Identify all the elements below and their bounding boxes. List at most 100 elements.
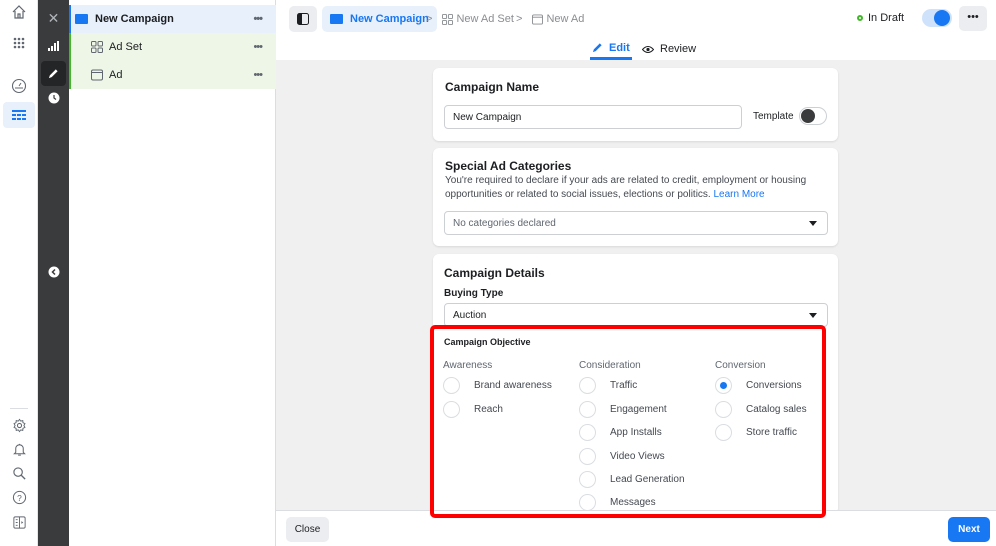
adset-grid-icon [442,13,454,25]
breadcrumb-ad[interactable]: > New Ad [516,6,584,32]
more-options-icon[interactable]: ••• [253,41,263,53]
section-title: Campaign Details [444,266,545,280]
apps-grid-icon[interactable] [0,36,38,54]
objective-option-app-installs[interactable]: App Installs [579,424,662,441]
svg-text:?: ? [17,493,22,503]
caret-down-icon [809,313,817,318]
collapse-chevron-icon[interactable] [38,266,69,281]
section-title: Campaign Name [445,80,540,94]
tab-edit[interactable]: Edit [590,38,632,60]
option-label: App Installs [610,427,662,438]
option-label: Lead Generation [610,474,685,485]
radio-button[interactable] [579,401,596,418]
more-options-icon[interactable]: ••• [253,13,263,25]
edit-pencil-icon [592,43,602,53]
breadcrumb-campaign[interactable]: New Campaign [322,6,437,32]
home-icon[interactable] [0,4,38,24]
tool-rail: ✕ [38,0,69,546]
toggle-knob [801,109,815,123]
option-label: Traffic [610,380,638,391]
draft-status: In Draft [857,12,904,24]
radio-button[interactable] [579,494,596,511]
objective-column-heading: Consideration [579,360,641,371]
sidebar-panel-icon [297,13,309,25]
toggle-knob [934,10,950,26]
template-toggle[interactable] [799,107,827,125]
tree-item-adset[interactable]: Ad Set ••• [69,33,276,61]
help-icon[interactable]: ? [0,490,38,509]
breadcrumb-label: New Campaign [350,13,429,25]
learn-more-link[interactable]: Learn More [713,189,764,200]
breadcrumb-adset[interactable]: > New Ad Set [426,6,514,32]
radio-button-selected[interactable] [715,377,732,394]
top-bar: New Campaign > New Ad Set > New Ad In Dr… [276,0,996,60]
adset-grid-icon [91,41,103,53]
objective-option-traffic[interactable]: Traffic [579,377,637,394]
folder-icon [330,14,343,24]
status-dot-icon [857,15,863,21]
option-label: Conversions [746,380,802,391]
campaign-name-input[interactable]: New Campaign [444,105,742,129]
draft-toggle[interactable] [922,9,952,27]
chart-icon[interactable] [38,40,69,54]
folder-icon [75,14,88,24]
breadcrumb-separator: > [516,13,523,25]
radio-button[interactable] [443,377,460,394]
status-label: In Draft [868,12,905,24]
radio-button[interactable] [715,401,732,418]
buying-type-dropdown[interactable]: Auction [444,303,828,327]
section-title: Special Ad Categories [445,159,572,173]
notifications-icon[interactable] [0,442,38,461]
tab-label: Review [660,43,697,55]
special-ad-description: You're required to declare if your ads a… [445,174,825,202]
toggle-panel-button[interactable] [289,6,317,32]
radio-button[interactable] [579,377,596,394]
tree-item-campaign[interactable]: New Campaign ••• [69,5,276,33]
objective-option-brand-awareness[interactable]: Brand awareness [443,377,552,394]
radio-button[interactable] [579,471,596,488]
history-clock-icon[interactable] [38,92,69,107]
more-options-icon[interactable]: ••• [253,69,263,81]
campaign-objective-label: Campaign Objective [444,337,531,347]
tab-label: Edit [609,41,630,54]
rail-divider [10,408,28,409]
breadcrumb-separator: > [426,13,433,25]
objective-option-conversions[interactable]: Conversions [715,377,802,394]
dashboard-gauge-icon[interactable] [0,78,38,98]
tree-item-label: Ad [109,69,123,81]
eye-icon [642,45,654,53]
objective-option-messages[interactable]: Messages [579,494,656,511]
objective-option-engagement[interactable]: Engagement [579,401,667,418]
objective-option-reach[interactable]: Reach [443,401,503,418]
more-options-button[interactable]: ••• [959,6,987,31]
option-label: Catalog sales [746,404,807,415]
settings-icon[interactable] [0,418,38,437]
tree-item-ad[interactable]: Ad ••• [69,61,276,89]
objective-option-catalog-sales[interactable]: Catalog sales [715,401,807,418]
special-categories-dropdown[interactable]: No categories declared [444,211,828,235]
breadcrumb-label: New Ad Set [456,13,514,25]
caret-down-icon [809,221,817,226]
objective-option-video-views[interactable]: Video Views [579,448,665,465]
ad-window-icon [532,13,544,25]
close-button[interactable]: Close [286,517,329,542]
tree-item-label: New Campaign [95,13,174,25]
radio-button[interactable] [579,448,596,465]
tab-review[interactable]: Review [642,38,696,60]
dropdown-value: Auction [453,309,487,321]
objective-option-lead-generation[interactable]: Lead Generation [579,471,685,488]
breadcrumb-label: New Ad [546,13,585,25]
radio-button[interactable] [715,424,732,441]
radio-button[interactable] [443,401,460,418]
objective-option-store-traffic[interactable]: Store traffic [715,424,797,441]
tree-item-label: Ad Set [109,41,143,53]
close-icon[interactable]: ✕ [38,10,69,27]
ads-manager-table-icon[interactable] [3,102,35,128]
next-button[interactable]: Next [948,517,990,542]
dropdown-value: No categories declared [453,217,556,229]
edit-pencil-icon[interactable] [41,61,66,86]
radio-button[interactable] [579,424,596,441]
panel-icon[interactable] [0,515,38,534]
ad-window-icon [91,69,103,81]
search-icon[interactable] [0,466,38,485]
